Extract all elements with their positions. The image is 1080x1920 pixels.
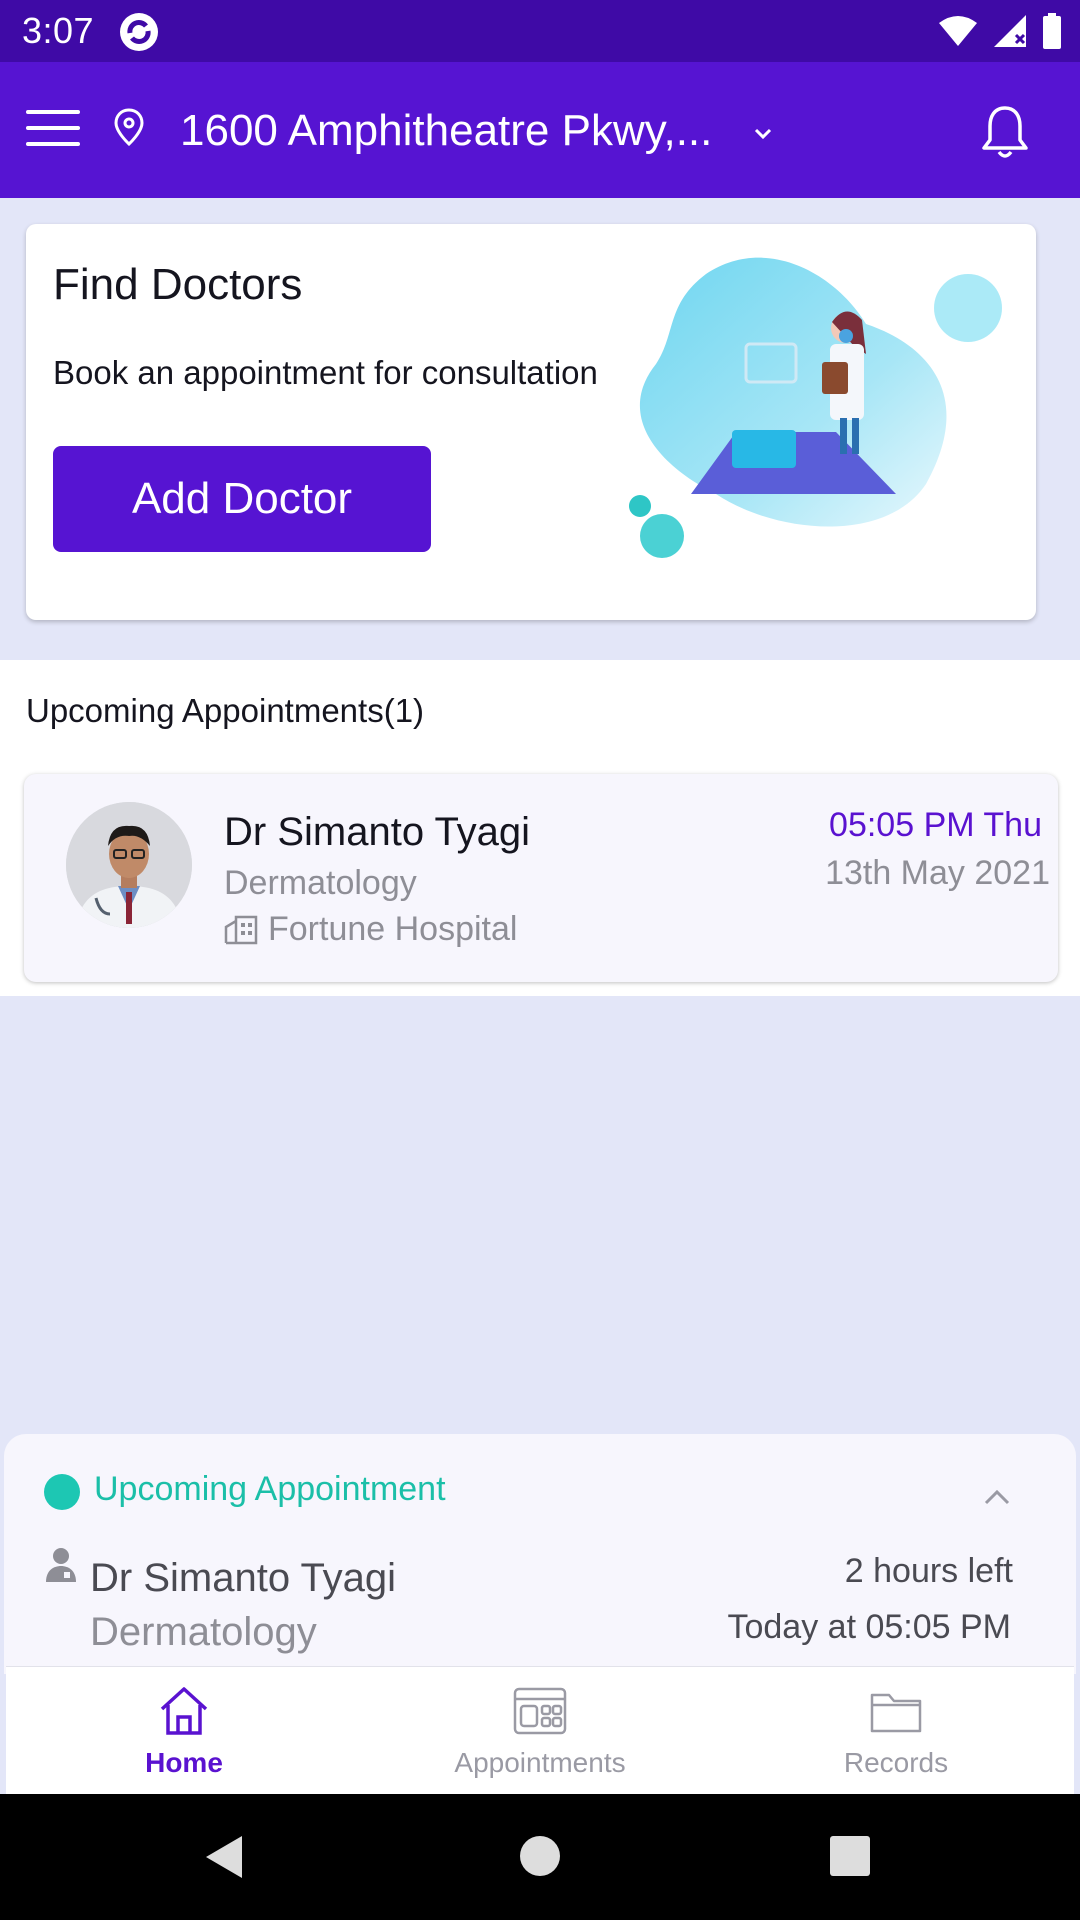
doctor-specialty: Dermatology: [224, 864, 417, 902]
add-doctor-button[interactable]: Add Doctor: [53, 446, 431, 552]
upcoming-appointments-heading: Upcoming Appointments(1): [26, 692, 425, 729]
find-doctors-title: Find Doctors: [53, 260, 303, 309]
nav-appointments-label: Appointments: [454, 1747, 626, 1778]
hospital-name: Fortune Hospital: [268, 910, 518, 948]
battery-icon: [1043, 13, 1061, 49]
bottom-navigation: Home Appointments Records: [6, 1666, 1074, 1794]
time-left-text: 2 hours left: [844, 1552, 1013, 1590]
system-home-icon[interactable]: [520, 1836, 560, 1876]
doctor-person-icon: [46, 1548, 76, 1582]
status-time: 3:07: [22, 10, 95, 51]
folder-icon: [870, 1693, 922, 1733]
calendar-icon: [513, 1687, 567, 1735]
appointment-time: 05:05 PM Thu: [829, 806, 1042, 844]
menu-icon[interactable]: [26, 106, 80, 150]
appointment-card[interactable]: Dr Simanto Tyagi Dermatology Fortune Hos…: [24, 774, 1058, 982]
location-pin-icon: [114, 108, 144, 147]
appointment-date: 13th May 2021: [825, 854, 1050, 892]
hospital-row: Fortune Hospital: [224, 910, 517, 949]
hospital-icon: [224, 915, 258, 944]
status-dot-icon: [44, 1474, 80, 1510]
sheet-title: Upcoming Appointment: [94, 1470, 446, 1508]
doctor-avatar: [66, 802, 192, 928]
location-selector[interactable]: 1600 Amphitheatre Pkwy,...: [180, 106, 712, 156]
notification-bell-icon[interactable]: [978, 102, 1032, 162]
wifi-icon: [939, 16, 977, 46]
upcoming-appointments-section: Upcoming Appointments(1) Dr Simanto Tyag…: [0, 660, 1080, 996]
doctor-illustration: [629, 257, 1002, 558]
app-bar: 1600 Amphitheatre Pkwy,...: [0, 62, 1080, 198]
system-recents-icon[interactable]: [830, 1836, 870, 1876]
system-back-icon[interactable]: [204, 1834, 244, 1880]
upcoming-appointment-sheet[interactable]: Upcoming Appointment Dr Simanto Tyagi De…: [4, 1434, 1076, 1674]
app-notification-icon: [120, 13, 158, 51]
nav-records[interactable]: Records: [718, 1667, 1074, 1794]
system-navigation-bar: [0, 1794, 1080, 1920]
find-doctors-card: Find Doctors Book an appointment for con…: [26, 224, 1036, 620]
nav-records-label: Records: [843, 1747, 949, 1778]
status-bar: 3:07: [0, 0, 1080, 62]
nav-home[interactable]: Home: [6, 1667, 362, 1794]
nav-appointments[interactable]: Appointments: [362, 1667, 718, 1794]
home-icon: [160, 1687, 208, 1735]
sheet-doctor-specialty: Dermatology: [90, 1610, 317, 1654]
nav-home-label: Home: [145, 1747, 223, 1778]
doctor-avatar-image: [66, 802, 192, 928]
signal-icon: [994, 15, 1026, 47]
find-doctors-subtitle: Book an appointment for consultation: [53, 354, 598, 391]
sheet-doctor-name: Dr Simanto Tyagi: [90, 1556, 397, 1600]
chevron-down-icon[interactable]: [748, 122, 778, 144]
chevron-up-icon[interactable]: [982, 1488, 1012, 1506]
appointment-when-text: Today at 05:05 PM: [727, 1608, 1011, 1646]
status-icons: [938, 12, 1062, 50]
doctor-name: Dr Simanto Tyagi: [224, 810, 531, 854]
